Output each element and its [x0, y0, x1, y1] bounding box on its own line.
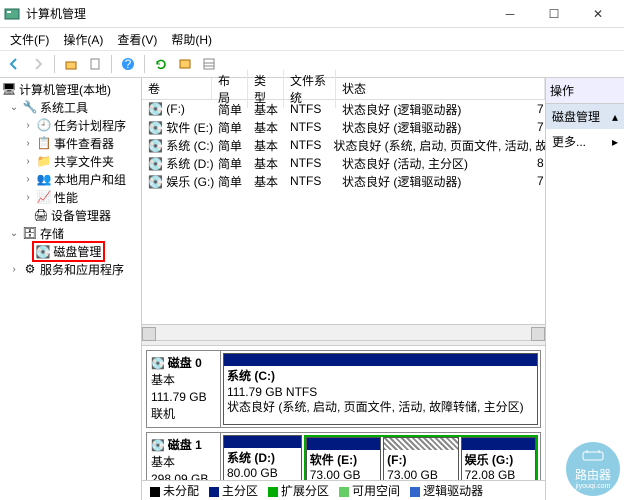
actions-panel: 操作 磁盘管理▴ 更多...▸	[546, 78, 624, 500]
expand-icon[interactable]: ›	[8, 264, 20, 275]
menubar: 文件(F) 操作(A) 查看(V) 帮助(H)	[0, 28, 624, 50]
titlebar: 计算机管理 ─ ☐ ✕	[0, 0, 624, 28]
disk-icon: 💽 磁盘 1	[151, 437, 216, 454]
volume-row[interactable]: 💽 (F:)简单基本NTFS状态良好 (逻辑驱动器)7	[142, 100, 545, 118]
users-icon: 👥	[37, 172, 51, 186]
volume-header: 卷 布局 类型 文件系统 状态	[142, 78, 545, 100]
expand-icon[interactable]: ›	[22, 156, 34, 167]
disk-icon: 💽 磁盘 0	[151, 355, 216, 372]
volume-row[interactable]: 💽 系统 (D:)简单基本NTFS状态良好 (活动, 主分区)8	[142, 154, 545, 172]
main-panel: 卷 布局 类型 文件系统 状态 💽 (F:)简单基本NTFS状态良好 (逻辑驱动…	[142, 78, 546, 500]
volume-list[interactable]: 💽 (F:)简单基本NTFS状态良好 (逻辑驱动器)7💽 软件 (E:)简单基本…	[142, 100, 545, 190]
volume-row[interactable]: 💽 软件 (E:)简单基本NTFS状态良好 (逻辑驱动器)7	[142, 118, 545, 136]
app-icon	[4, 6, 20, 22]
expand-icon[interactable]: ›	[22, 192, 34, 203]
collapse-icon[interactable]: ⌄	[8, 228, 20, 239]
tree-event[interactable]: 事件查看器	[54, 135, 114, 152]
props-button[interactable]	[85, 54, 105, 74]
volume-row[interactable]: 💽 娱乐 (G:)简单基本NTFS状态良好 (逻辑驱动器)7	[142, 172, 545, 190]
window-title: 计算机管理	[26, 5, 488, 22]
partition-f[interactable]: (F:)73.00 GB NTF状态良好 (逻辑	[383, 437, 458, 480]
tree-root[interactable]: 计算机管理(本地)	[19, 81, 111, 98]
partition-e[interactable]: 软件 (E:)73.00 GB NTF状态良好 (逻辑	[306, 437, 381, 480]
partition-c[interactable]: 系统 (C:)111.79 GB NTFS状态良好 (系统, 启动, 页面文件,…	[223, 353, 538, 425]
event-icon: 📋	[37, 136, 51, 150]
disk-0[interactable]: 💽 磁盘 0 基本111.79 GB联机 系统 (C:)111.79 GB NT…	[146, 350, 541, 428]
extended-partition: 软件 (E:)73.00 GB NTF状态良好 (逻辑 (F:)73.00 GB…	[304, 435, 538, 480]
disk-area: 💽 磁盘 0 基本111.79 GB联机 系统 (C:)111.79 GB NT…	[142, 346, 545, 480]
caret-up-icon: ▴	[612, 110, 618, 124]
expand-icon[interactable]: ›	[22, 174, 34, 185]
watermark: 路由器 jiyouqi.com	[566, 442, 620, 496]
clock-icon: 🕘	[37, 118, 51, 132]
computer-icon: 🖥	[2, 82, 16, 96]
view-button[interactable]	[175, 54, 195, 74]
menu-view[interactable]: 查看(V)	[111, 29, 163, 50]
caret-right-icon: ▸	[612, 135, 618, 149]
up-button[interactable]	[61, 54, 81, 74]
maximize-button[interactable]: ☐	[532, 0, 576, 28]
disk-icon: 💽	[36, 245, 50, 259]
partition-d[interactable]: 系统 (D:)80.00 GB NTFS状态良好 (活动,	[223, 435, 302, 480]
partition-g[interactable]: 娱乐 (G:)72.08 GB NTF状态良好 (逻辑	[461, 437, 536, 480]
col-status[interactable]: 状态	[336, 78, 545, 99]
disk-1-info: 💽 磁盘 1 基本298.09 GB联机	[147, 433, 221, 480]
forward-button[interactable]	[28, 54, 48, 74]
tree-devmgr[interactable]: 设备管理器	[51, 207, 111, 224]
tree-diskmgmt-selected[interactable]: 💽 磁盘管理	[32, 241, 105, 262]
tree-task[interactable]: 任务计划程序	[54, 117, 126, 134]
minimize-button[interactable]: ─	[488, 0, 532, 28]
expand-icon[interactable]: ›	[22, 138, 34, 149]
folder-icon: 📁	[37, 154, 51, 168]
storage-icon: 🗄	[23, 226, 37, 240]
menu-help[interactable]: 帮助(H)	[165, 29, 218, 50]
device-icon: 🖨	[34, 208, 48, 222]
perf-icon: 📈	[37, 190, 51, 204]
svg-text:?: ?	[125, 57, 132, 71]
close-button[interactable]: ✕	[576, 0, 620, 28]
legend: 未分配 主分区 扩展分区 可用空间 逻辑驱动器	[142, 480, 545, 500]
help-button[interactable]: ?	[118, 54, 138, 74]
tree-share[interactable]: 共享文件夹	[54, 153, 114, 170]
expand-icon[interactable]: ›	[22, 120, 34, 131]
disk-1[interactable]: 💽 磁盘 1 基本298.09 GB联机 系统 (D:)80.00 GB NTF…	[146, 432, 541, 480]
tree-services[interactable]: 服务和应用程序	[40, 261, 124, 278]
collapse-icon[interactable]: ⌄	[8, 102, 20, 113]
volume-row[interactable]: 💽 系统 (C:)简单基本NTFS状态良好 (系统, 启动, 页面文件, 活动,…	[142, 136, 545, 154]
services-icon: ⚙	[23, 262, 37, 276]
disk-0-info: 💽 磁盘 0 基本111.79 GB联机	[147, 351, 221, 427]
tools-icon: 🔧	[23, 100, 37, 114]
actions-diskmgmt[interactable]: 磁盘管理▴	[546, 104, 624, 129]
actions-header: 操作	[546, 78, 624, 104]
refresh-button[interactable]	[151, 54, 171, 74]
back-button[interactable]	[4, 54, 24, 74]
menu-action[interactable]: 操作(A)	[57, 29, 109, 50]
tree-perf[interactable]: 性能	[54, 189, 78, 206]
horizontal-scrollbar[interactable]	[142, 324, 545, 340]
tree-systools[interactable]: 系统工具	[40, 99, 88, 116]
col-volume[interactable]: 卷	[142, 78, 212, 99]
tree-users[interactable]: 本地用户和组	[54, 171, 126, 188]
nav-tree[interactable]: 🖥计算机管理(本地) ⌄🔧系统工具 ›🕘任务计划程序 ›📋事件查看器 ›📁共享文…	[0, 78, 142, 500]
tree-storage[interactable]: 存储	[40, 225, 64, 242]
actions-more[interactable]: 更多...▸	[546, 129, 624, 154]
menu-file[interactable]: 文件(F)	[4, 29, 55, 50]
